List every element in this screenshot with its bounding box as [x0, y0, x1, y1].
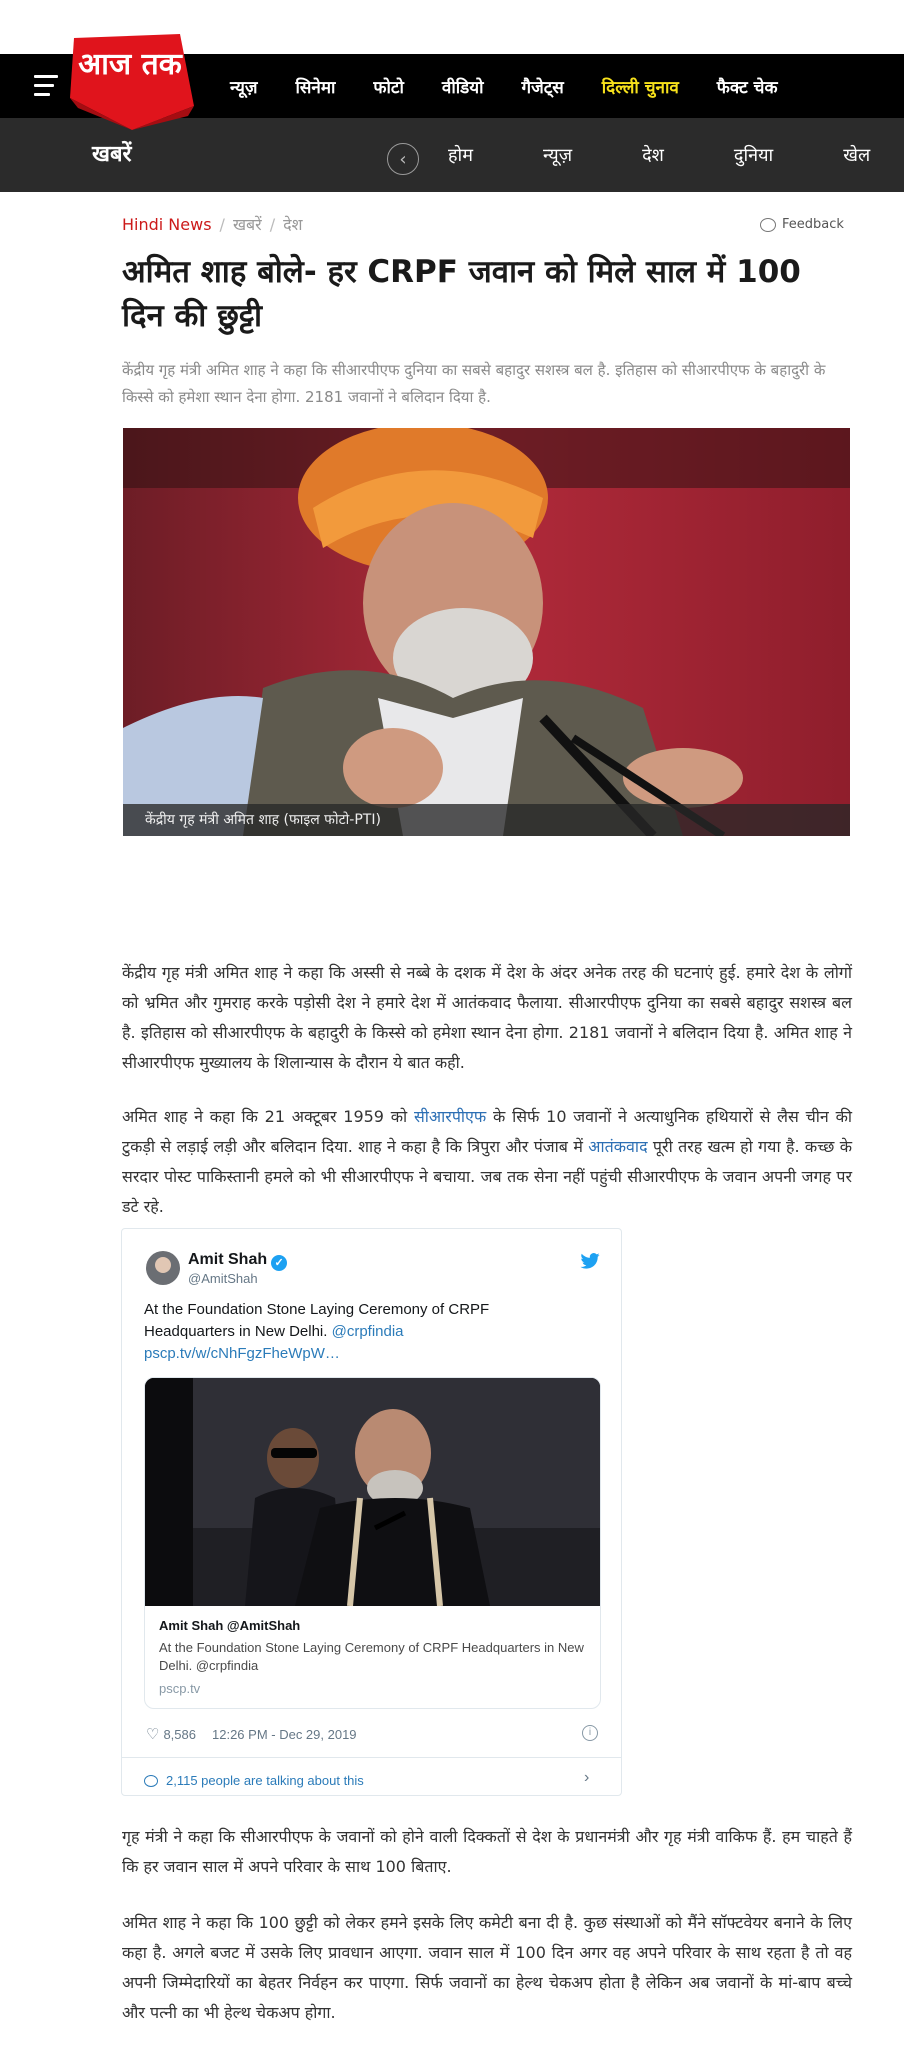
- article-paragraph-3: गृह मंत्री ने कहा कि सीआरपीएफ के जवानों …: [122, 1827, 852, 1876]
- subnav-home[interactable]: होम: [448, 143, 473, 167]
- info-icon[interactable]: i: [582, 1725, 598, 1741]
- subnav-news[interactable]: न्यूज़: [543, 143, 572, 167]
- tweet-card-domain: pscp.tv: [159, 1681, 201, 1696]
- article-paragraph-1: केंद्रीय गृह मंत्री अमित शाह ने कहा कि अ…: [122, 963, 852, 1072]
- tweet-embed[interactable]: Amit Shah ✓ @AmitShah At the Foundation S…: [121, 1228, 622, 1796]
- nav-video[interactable]: वीडियो: [442, 75, 484, 98]
- subnav-country[interactable]: देश: [642, 143, 664, 167]
- chevron-right-icon[interactable]: ›: [584, 1769, 589, 1787]
- breadcrumb-home[interactable]: Hindi News: [122, 215, 212, 234]
- tweet-author[interactable]: Amit Shah ✓: [188, 1251, 288, 1271]
- subnav-sports[interactable]: खेल: [843, 143, 870, 167]
- tweet-divider: [122, 1757, 621, 1758]
- crpf-link[interactable]: सीआरपीएफ: [414, 1107, 486, 1126]
- hero-image: केंद्रीय गृह मंत्री अमित शाह (फाइल फोटो-…: [123, 428, 850, 836]
- feedback-icon: [760, 217, 776, 232]
- tweet-card-body: Amit Shah @AmitShah At the Foundation St…: [159, 1618, 589, 1696]
- hero-photo: [123, 428, 850, 836]
- verified-badge-icon: ✓: [271, 1255, 288, 1271]
- feedback-label: Feedback: [782, 217, 844, 232]
- section-title: खबरें: [92, 142, 132, 167]
- subnav-world[interactable]: दुनिया: [734, 143, 773, 167]
- aajtak-logo[interactable]: आज तक: [70, 34, 194, 130]
- tweet-video-thumbnail[interactable]: [145, 1378, 600, 1606]
- chevron-left-icon[interactable]: ‹: [387, 143, 419, 175]
- sub-nav: होम न्यूज़ देश दुनिया खेल: [448, 118, 904, 192]
- tweet-handle[interactable]: @AmitShah: [188, 1271, 258, 1286]
- tweet-text: At the Foundation Stone Laying Ceremony …: [144, 1299, 544, 1365]
- avatar[interactable]: [146, 1251, 180, 1285]
- nav-delhi-election[interactable]: दिल्ली चुनाव: [602, 75, 679, 98]
- breadcrumb-news[interactable]: खबरें: [233, 215, 262, 234]
- tweet-meta: ♡ 8,586 12:26 PM - Dec 29, 2019: [146, 1725, 357, 1743]
- tweet-url-link[interactable]: pscp.tv/w/cNhFgzFheWpW…: [144, 1345, 340, 1362]
- twitter-bird-icon[interactable]: [580, 1253, 600, 1269]
- article-paragraph-2: अमित शाह ने कहा कि 21 अक्टूबर 1959 को सी…: [122, 1102, 852, 1222]
- tweet-conversation-text: 2,115 people are talking about this: [166, 1773, 364, 1788]
- tweet-card-description: At the Foundation Stone Laying Ceremony …: [159, 1640, 584, 1673]
- paragraph-text: अमित शाह ने कहा कि 21 अक्टूबर 1959 को: [122, 1107, 414, 1126]
- tweet-card-title: Amit Shah @AmitShah: [159, 1618, 301, 1633]
- tweet-timestamp[interactable]: 12:26 PM - Dec 29, 2019: [212, 1727, 357, 1742]
- nav-photo[interactable]: फोटो: [373, 75, 403, 98]
- feedback-button[interactable]: Feedback: [760, 217, 844, 232]
- tweet-link-card[interactable]: Amit Shah @AmitShah At the Foundation St…: [144, 1377, 601, 1709]
- heart-icon[interactable]: ♡: [146, 1725, 159, 1743]
- terrorism-link[interactable]: आतंकवाद: [588, 1137, 647, 1156]
- hamburger-menu-icon[interactable]: [34, 75, 58, 97]
- breadcrumb-country[interactable]: देश: [283, 215, 302, 234]
- tweet-conversation-link[interactable]: 2,115 people are talking about this: [144, 1773, 364, 1788]
- tweet-mention-link[interactable]: @crpfindia: [332, 1323, 404, 1340]
- nav-fact-check[interactable]: फैक्ट चेक: [717, 75, 778, 98]
- nav-cinema[interactable]: सिनेमा: [296, 75, 336, 98]
- article-paragraph-4: अमित शाह ने कहा कि 100 छुट्टी को लेकर हम…: [122, 1913, 852, 2022]
- like-count[interactable]: 8,586: [163, 1727, 196, 1742]
- nav-gadgets[interactable]: गैजेट्स: [522, 75, 564, 98]
- top-nav: न्यूज़ सिनेमा फोटो वीडियो गैजेट्स दिल्ली…: [230, 54, 816, 118]
- comment-bubble-icon: [144, 1774, 158, 1787]
- image-caption: केंद्रीय गृह मंत्री अमित शाह (फाइल फोटो-…: [123, 804, 850, 836]
- logo-graphic: आज तक: [70, 34, 194, 130]
- tweet-body: At the Foundation Stone Laying Ceremony …: [144, 1301, 490, 1340]
- logo-text: आज तक: [78, 47, 182, 82]
- article-headline: अमित शाह बोले- हर CRPF जवान को मिले साल …: [122, 254, 801, 334]
- breadcrumb: Hindi News / खबरें / देश: [122, 215, 303, 234]
- tweet-author-name: Amit Shah: [188, 1251, 268, 1268]
- nav-news[interactable]: न्यूज़: [230, 75, 258, 98]
- article-summary: केंद्रीय गृह मंत्री अमित शाह ने कहा कि स…: [122, 361, 826, 406]
